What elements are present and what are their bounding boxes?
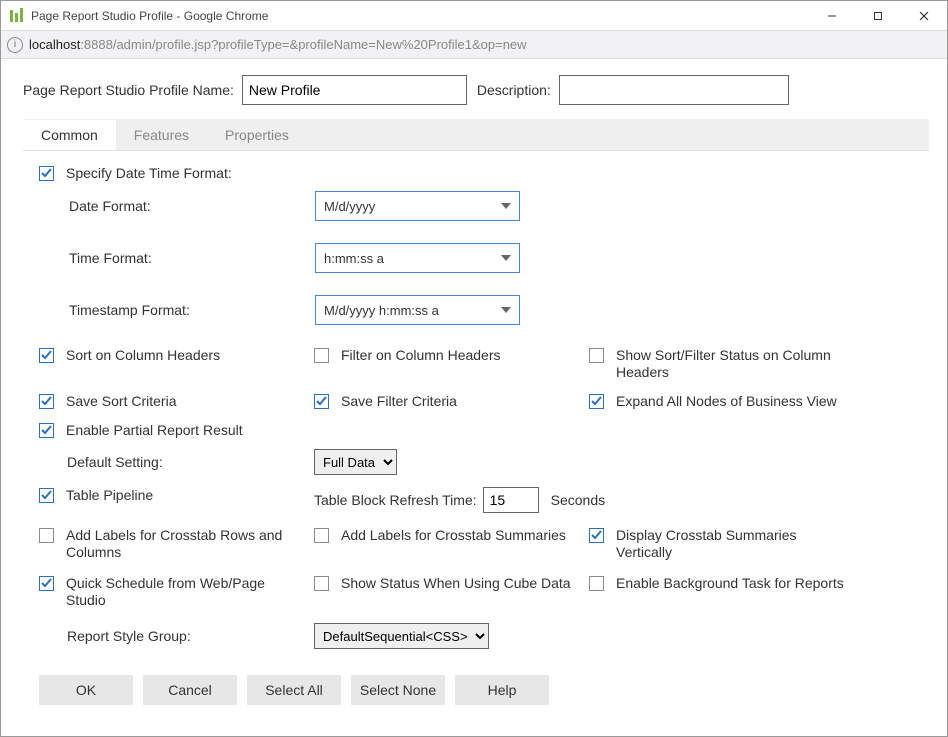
add-labels-crosstab-rows-cols-checkbox[interactable] xyxy=(39,528,54,543)
date-format-dropdown[interactable]: M/d/yyyy xyxy=(315,191,520,221)
tab-features[interactable]: Features xyxy=(116,120,207,150)
default-setting-select[interactable]: Full Data xyxy=(314,449,397,475)
quick-schedule-checkbox[interactable] xyxy=(39,576,54,591)
display-crosstab-vertically-label: Display Crosstab Summaries Vertically xyxy=(616,527,856,561)
filter-on-column-headers-label: Filter on Column Headers xyxy=(341,347,501,364)
time-format-label: Time Format: xyxy=(69,250,315,266)
add-labels-crosstab-rows-cols-label: Add Labels for Crosstab Rows and Columns xyxy=(66,527,306,561)
enable-partial-report-checkbox[interactable] xyxy=(39,423,54,438)
url-path: :8888/admin/profile.jsp?profileType=&pro… xyxy=(80,37,526,52)
help-button[interactable]: Help xyxy=(455,675,549,705)
sort-on-column-headers-checkbox[interactable] xyxy=(39,348,54,363)
timestamp-format-value: M/d/yyyy h:mm:ss a xyxy=(324,303,439,318)
quick-schedule-label: Quick Schedule from Web/Page Studio xyxy=(66,575,306,609)
time-format-dropdown[interactable]: h:mm:ss a xyxy=(315,243,520,273)
save-filter-criteria-label: Save Filter Criteria xyxy=(341,393,457,410)
report-style-group-label: Report Style Group: xyxy=(67,628,314,644)
add-labels-crosstab-summaries-label: Add Labels for Crosstab Summaries xyxy=(341,527,566,544)
url-bar: i localhost:8888/admin/profile.jsp?profi… xyxy=(1,31,947,59)
table-pipeline-checkbox[interactable] xyxy=(39,488,54,503)
date-format-label: Date Format: xyxy=(69,198,315,214)
window-close-button[interactable] xyxy=(901,1,947,31)
date-format-value: M/d/yyyy xyxy=(324,199,375,214)
chevron-down-icon xyxy=(501,255,511,261)
tab-properties[interactable]: Properties xyxy=(207,120,307,150)
display-crosstab-vertically-checkbox[interactable] xyxy=(589,528,604,543)
show-status-cube-data-label: Show Status When Using Cube Data xyxy=(341,575,571,592)
window-minimize-button[interactable] xyxy=(809,1,855,31)
tabs: Common Features Properties xyxy=(23,119,929,151)
save-sort-criteria-checkbox[interactable] xyxy=(39,394,54,409)
report-style-group-select[interactable]: DefaultSequential<CSS> xyxy=(314,623,489,649)
save-sort-criteria-label: Save Sort Criteria xyxy=(66,393,176,410)
profile-name-input[interactable] xyxy=(242,75,467,105)
filter-on-column-headers-checkbox[interactable] xyxy=(314,348,329,363)
select-none-button[interactable]: Select None xyxy=(351,675,445,705)
app-icon xyxy=(9,8,25,24)
refresh-time-unit: Seconds xyxy=(551,492,605,508)
timestamp-format-dropdown[interactable]: M/d/yyyy h:mm:ss a xyxy=(315,295,520,325)
show-sort-filter-status-label: Show Sort/Filter Status on Column Header… xyxy=(616,347,856,381)
url-host: localhost xyxy=(29,37,80,52)
show-status-cube-data-checkbox[interactable] xyxy=(314,576,329,591)
chevron-down-icon xyxy=(501,307,511,313)
expand-all-nodes-label: Expand All Nodes of Business View xyxy=(616,393,837,410)
window-maximize-button[interactable] xyxy=(855,1,901,31)
specify-date-time-format-checkbox[interactable] xyxy=(39,166,54,181)
save-filter-criteria-checkbox[interactable] xyxy=(314,394,329,409)
profile-desc-label: Description: xyxy=(477,82,551,98)
timestamp-format-label: Timestamp Format: xyxy=(69,302,315,318)
refresh-time-label: Table Block Refresh Time: xyxy=(314,492,477,508)
enable-background-task-checkbox[interactable] xyxy=(589,576,604,591)
refresh-time-input[interactable] xyxy=(483,487,539,513)
profile-desc-input[interactable] xyxy=(559,75,789,105)
show-sort-filter-status-checkbox[interactable] xyxy=(589,348,604,363)
select-all-button[interactable]: Select All xyxy=(247,675,341,705)
tab-common[interactable]: Common xyxy=(23,120,116,150)
window-title: Page Report Studio Profile - Google Chro… xyxy=(31,9,268,23)
expand-all-nodes-checkbox[interactable] xyxy=(589,394,604,409)
options-grid-1: Sort on Column Headers Filter on Column … xyxy=(39,347,929,439)
specify-date-time-format-label: Specify Date Time Format: xyxy=(66,165,232,181)
enable-background-task-label: Enable Background Task for Reports xyxy=(616,575,844,592)
site-info-icon[interactable]: i xyxy=(7,37,23,53)
table-pipeline-label: Table Pipeline xyxy=(66,487,153,504)
window-titlebar: Page Report Studio Profile - Google Chro… xyxy=(1,1,947,31)
profile-name-label: Page Report Studio Profile Name: xyxy=(23,82,234,98)
cancel-button[interactable]: Cancel xyxy=(143,675,237,705)
default-setting-label: Default Setting: xyxy=(67,454,314,470)
time-format-value: h:mm:ss a xyxy=(324,251,384,266)
ok-button[interactable]: OK xyxy=(39,675,133,705)
sort-on-column-headers-label: Sort on Column Headers xyxy=(66,347,220,364)
enable-partial-report-label: Enable Partial Report Result xyxy=(66,422,243,439)
chevron-down-icon xyxy=(501,203,511,209)
add-labels-crosstab-summaries-checkbox[interactable] xyxy=(314,528,329,543)
